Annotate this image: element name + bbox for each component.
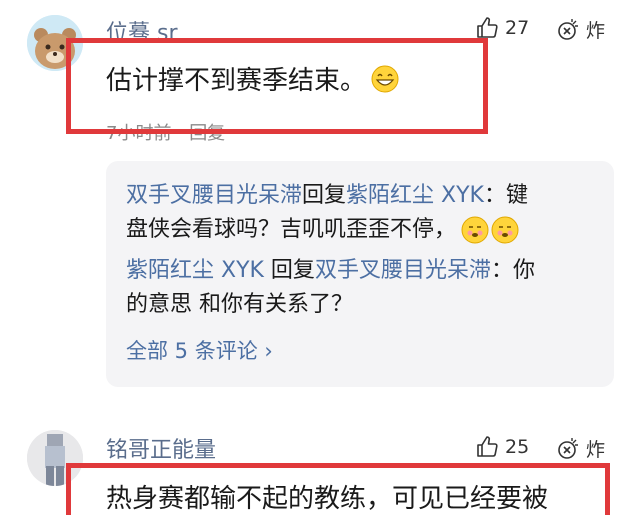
reply-item[interactable]: 双手叉腰目光呆滞回复紫陌红尘 XYK：键 (126, 179, 528, 213)
like-count: 25 (505, 436, 530, 458)
bomb-icon (558, 18, 578, 40)
reply-text: 键 (505, 183, 528, 208)
reply-author[interactable]: 双手叉腰目光呆滞 (126, 183, 302, 208)
reply-colon: ： (490, 258, 513, 283)
zha-label: 炸 (586, 20, 606, 42)
reply-text-line2: 盘侠会看球吗？吉叽叽歪歪不停， (126, 217, 457, 242)
reply-author[interactable]: 紫陌红尘 XYK (126, 258, 264, 283)
reply-verb: 回复 (263, 258, 315, 283)
reply-target[interactable]: 双手叉腰目光呆滞 (315, 258, 491, 283)
highlight-box (66, 38, 488, 134)
comment-username[interactable]: 铭哥正能量 (106, 432, 216, 464)
zha-button[interactable]: 炸 (556, 435, 605, 462)
reply-text-line2: 的意思 和你有关系了？ (126, 292, 353, 317)
shush-emoji-icon (491, 216, 519, 244)
reply-text-continued: 的意思 和你有关系了？ (126, 288, 353, 322)
highlight-box (66, 463, 610, 515)
reply-thread[interactable]: 双手叉腰目光呆滞回复紫陌红尘 XYK：键 盘侠会看球吗？吉叽叽歪歪不停， 紫陌红… (106, 161, 614, 387)
zha-label: 炸 (586, 439, 606, 461)
reply-text: 你 (512, 258, 535, 283)
reply-target[interactable]: 紫陌红尘 XYK (346, 183, 484, 208)
reply-colon: ： (483, 183, 506, 208)
reply-verb: 回复 (302, 183, 347, 208)
zha-button[interactable]: 炸 (556, 16, 605, 43)
like-button[interactable]: 25 (475, 435, 529, 459)
view-all-replies-link[interactable]: 全部 5 条评论 › (126, 335, 273, 365)
thumbs-up-icon (477, 436, 498, 457)
thumbs-up-icon (477, 17, 498, 38)
like-button[interactable]: 27 (475, 16, 529, 40)
bomb-icon (558, 437, 578, 459)
reply-item[interactable]: 紫陌红尘 XYK 回复双手叉腰目光呆滞：你 (126, 254, 535, 288)
shush-emoji-icon (461, 216, 489, 244)
reply-text-continued: 盘侠会看球吗？吉叽叽歪歪不停， (126, 213, 520, 247)
like-count: 27 (505, 17, 530, 39)
